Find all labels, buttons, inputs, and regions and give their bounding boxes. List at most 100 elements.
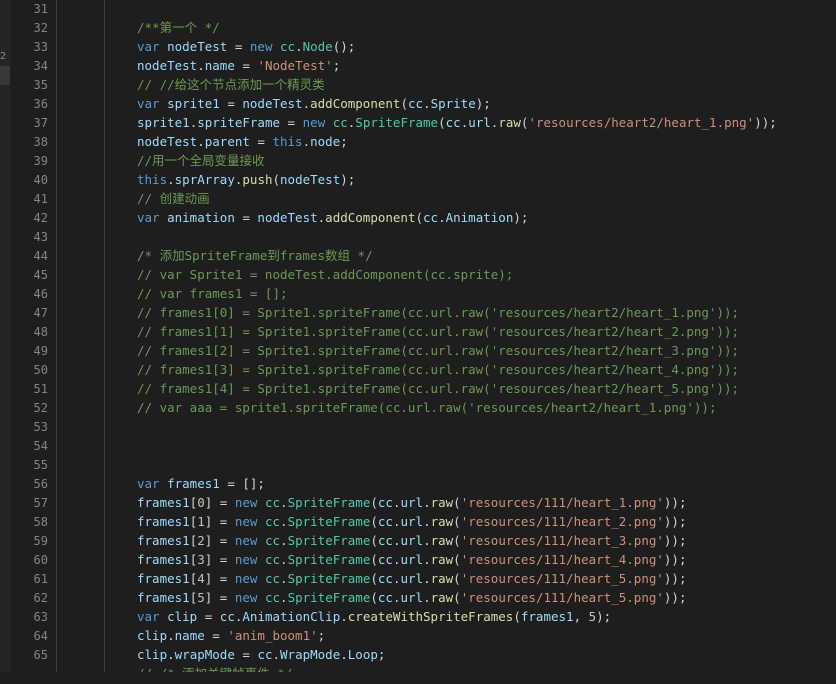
code-token: name bbox=[204, 58, 235, 73]
code-line[interactable]: this.sprArray.push(nodeTest); bbox=[137, 170, 355, 189]
code-token: // frames1[2] = Sprite1.spriteFrame(cc.u… bbox=[137, 343, 740, 358]
code-token: // frames1[3] = Sprite1.spriteFrame(cc.u… bbox=[137, 362, 740, 377]
code-token: . bbox=[280, 533, 288, 548]
code-token: ] = bbox=[204, 533, 235, 548]
code-token: sprite1 bbox=[137, 115, 190, 130]
code-token: = bbox=[197, 609, 220, 624]
code-token: // frames1[4] = Sprite1.spriteFrame(cc.u… bbox=[137, 381, 740, 396]
code-token: frames1 bbox=[137, 514, 190, 529]
code-token: . bbox=[423, 552, 431, 567]
code-token: ( bbox=[453, 590, 461, 605]
code-line[interactable]: var nodeTest = new cc.Node(); bbox=[137, 37, 355, 56]
code-token: ( bbox=[370, 590, 378, 605]
code-token: url bbox=[400, 571, 424, 586]
code-token: // var Sprite1 = nodeTest.addComponent(c… bbox=[137, 267, 514, 282]
code-token: cc bbox=[377, 533, 393, 548]
code-token: Loop bbox=[347, 647, 378, 662]
code-token: // var frames1 = []; bbox=[137, 286, 288, 301]
code-token: frames1 bbox=[137, 533, 190, 548]
code-token: . bbox=[167, 628, 175, 643]
code-token: )); bbox=[754, 115, 777, 130]
code-line[interactable]: clip.wrapMode = cc.WrapMode.Loop; bbox=[137, 645, 385, 664]
code-line[interactable]: // var frames1 = []; bbox=[137, 284, 288, 303]
code-token: raw bbox=[430, 514, 454, 529]
code-token: 'resources/heart2/heart_1.png' bbox=[528, 115, 755, 130]
code-line[interactable]: var animation = nodeTest. addComponent(cc… bbox=[137, 208, 528, 227]
line-number: 50 bbox=[33, 363, 48, 377]
code-line[interactable]: var frames1 = []; bbox=[137, 474, 265, 493]
code-line[interactable]: // //给这个节点添加一个精灵类 bbox=[137, 75, 325, 94]
code-token: nodeTest bbox=[242, 96, 303, 111]
code-token: = bbox=[227, 39, 250, 54]
code-token: . bbox=[438, 210, 446, 225]
code-line[interactable]: // var Sprite1 = nodeTest.addComponent(c… bbox=[137, 265, 513, 284]
line-number: 60 bbox=[33, 553, 48, 567]
code-token: nodeTest bbox=[137, 134, 198, 149]
code-token: 2 bbox=[197, 533, 205, 548]
code-token: wrapMode bbox=[174, 647, 235, 662]
code-token: SpriteFrame bbox=[287, 495, 371, 510]
code-token: . bbox=[197, 58, 205, 73]
code-token: addComponent bbox=[325, 210, 416, 225]
code-line[interactable]: /**第一个 */ bbox=[137, 18, 220, 37]
code-line[interactable]: // frames1[2] = Sprite1.spriteFrame(cc.u… bbox=[137, 341, 739, 360]
line-number: 43 bbox=[33, 230, 48, 244]
code-token: AnimationClip bbox=[242, 609, 341, 624]
code-token: . bbox=[302, 134, 311, 149]
code-token: ; bbox=[340, 134, 348, 149]
code-token: clip bbox=[137, 647, 168, 662]
code-token: sprite1 bbox=[167, 96, 220, 111]
code-token: . bbox=[167, 647, 175, 662]
code-line[interactable]: nodeTest.name = 'NodeTest'; bbox=[137, 56, 340, 75]
code-token: cc bbox=[445, 115, 461, 130]
code-token: // 创建动画 bbox=[137, 191, 210, 206]
code-token: var bbox=[137, 210, 168, 225]
code-token: SpriteFrame bbox=[287, 571, 371, 586]
code-line[interactable]: frames1[1] = new cc.SpriteFrame(cc.url.r… bbox=[137, 512, 686, 531]
code-token: ] = bbox=[204, 514, 235, 529]
code-line[interactable]: // frames1[0] = Sprite1.spriteFrame(cc.u… bbox=[137, 303, 739, 322]
code-token: cc bbox=[264, 495, 281, 510]
code-line[interactable]: var sprite1 = nodeTest.addComponent(cc.S… bbox=[137, 94, 491, 113]
code-token: raw bbox=[430, 552, 454, 567]
code-token: new bbox=[234, 533, 265, 548]
code-token: 'resources/111/heart_3.png' bbox=[460, 533, 664, 548]
code-token: ] = bbox=[204, 571, 235, 586]
code-token: . bbox=[167, 172, 175, 187]
code-line[interactable]: // /* 添加关键帧事件 */ bbox=[137, 664, 292, 672]
line-number: 57 bbox=[33, 496, 48, 510]
code-token: . bbox=[302, 96, 311, 111]
line-number: 54 bbox=[33, 439, 48, 453]
line-number: 34 bbox=[33, 59, 48, 73]
code-line[interactable]: var clip = cc.AnimationClip.createWithSp… bbox=[137, 607, 611, 626]
code-line[interactable]: // frames1[4] = Sprite1.spriteFrame(cc.u… bbox=[137, 379, 739, 398]
code-token: . bbox=[197, 134, 205, 149]
code-token: . bbox=[280, 495, 288, 510]
code-line[interactable]: nodeTest.parent = this.node; bbox=[137, 132, 348, 151]
code-token: addComponent bbox=[310, 96, 401, 111]
code-token: raw bbox=[430, 590, 454, 605]
code-token: clip bbox=[137, 628, 168, 643]
code-token: 'resources/111/heart_2.png' bbox=[460, 514, 664, 529]
code-token: cc bbox=[264, 590, 281, 605]
code-line[interactable]: frames1[4] = new cc.SpriteFrame(cc.url.r… bbox=[137, 569, 686, 588]
code-line[interactable]: // var aaa = sprite1.spriteFrame(cc.url.… bbox=[137, 398, 716, 417]
code-line[interactable]: frames1[3] = new cc.SpriteFrame(cc.url.r… bbox=[137, 550, 686, 569]
code-editor[interactable]: /**第一个 */var nodeTest = new cc.Node(); no… bbox=[52, 0, 836, 672]
line-number: 58 bbox=[33, 515, 48, 529]
code-token: WrapMode bbox=[280, 647, 341, 662]
code-line[interactable]: frames1[0] = new cc.SpriteFrame(cc.url.r… bbox=[137, 493, 686, 512]
code-line[interactable]: //用一个全局变量接收 bbox=[137, 151, 265, 170]
code-line[interactable]: frames1[5] = new cc.SpriteFrame(cc.url.r… bbox=[137, 588, 686, 607]
code-line[interactable]: // 创建动画 bbox=[137, 189, 210, 208]
code-line[interactable]: // frames1[3] = Sprite1.spriteFrame(cc.u… bbox=[137, 360, 739, 379]
code-line[interactable]: /* 添加SpriteFrame到frames数组 */ bbox=[137, 246, 373, 265]
code-line[interactable]: frames1[2] = new cc.SpriteFrame(cc.url.r… bbox=[137, 531, 686, 550]
code-token: cc bbox=[377, 571, 393, 586]
code-token: SpriteFrame bbox=[355, 115, 439, 130]
code-line[interactable]: // frames1[1] = Sprite1.spriteFrame(cc.u… bbox=[137, 322, 739, 341]
code-line[interactable]: sprite1.spriteFrame = new cc.SpriteFrame… bbox=[137, 113, 777, 132]
code-token: cc bbox=[264, 571, 281, 586]
line-number: 42 bbox=[33, 211, 48, 225]
code-line[interactable]: clip.name = 'anim_boom1'; bbox=[137, 626, 325, 645]
